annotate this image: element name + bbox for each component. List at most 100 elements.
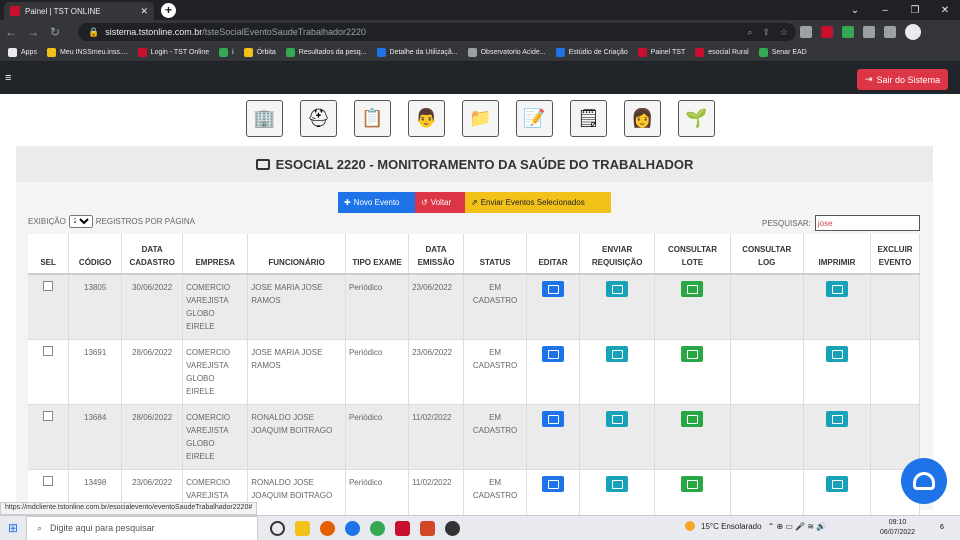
taskbar-search-placeholder: Digite aqui para pesquisar xyxy=(50,523,155,533)
url-input[interactable]: 🔒 sistema.tstonline.com.br/tsteSocialEve… xyxy=(78,23,796,41)
module-helmet-button[interactable]: ⛑ xyxy=(300,100,337,137)
page-size-select[interactable]: 20 xyxy=(68,215,93,228)
consult-lote-icon[interactable] xyxy=(681,281,704,297)
powerpoint-icon[interactable] xyxy=(420,520,435,536)
table-body: 13805 30/06/2022 COMERCIO VAREJISTA GLOBO … xyxy=(28,274,920,535)
consult-lote-icon[interactable] xyxy=(681,476,704,492)
app-icon[interactable] xyxy=(345,520,360,536)
search-input[interactable] xyxy=(814,215,920,231)
cell-send xyxy=(579,404,656,470)
reload-icon[interactable]: ↻ xyxy=(44,25,66,39)
print-icon[interactable] xyxy=(825,346,848,362)
new-tab-button[interactable]: + xyxy=(161,3,176,18)
task-view-icon[interactable] xyxy=(270,520,285,536)
column-header[interactable]: CÓDIGO xyxy=(68,234,123,275)
consult-lote-icon[interactable] xyxy=(681,411,704,427)
send-request-icon[interactable] xyxy=(606,281,629,297)
module-folder-button[interactable]: 📁 xyxy=(462,100,499,137)
edit-icon[interactable] xyxy=(542,476,565,492)
cell-exam: Periódico xyxy=(345,339,410,405)
taskbar-search-input[interactable]: ⌕ Digite aqui para pesquisar xyxy=(26,515,258,540)
column-header: STATUS xyxy=(463,234,528,275)
extension-icon[interactable] xyxy=(842,26,854,38)
bookmark-item[interactable]: Observatorio Acide... xyxy=(467,48,546,57)
hamburger-menu-icon[interactable]: ≡ xyxy=(5,72,11,84)
close-window-button[interactable]: ✕ xyxy=(930,0,960,20)
firefox-icon[interactable] xyxy=(320,520,335,536)
module-medical-chart-button[interactable]: 📋 xyxy=(354,100,391,137)
module-medical-clipboard-button[interactable]: 🗒 xyxy=(570,100,607,137)
bookmark-label: esocial Rural xyxy=(708,49,749,56)
tab-search-button[interactable]: ⌄ xyxy=(840,0,870,20)
bookmark-star-icon[interactable]: ☆ xyxy=(780,27,788,38)
logout-button[interactable]: ⇥ Sair do Sistema xyxy=(857,69,948,90)
new-event-button[interactable]: ✚ Novo Evento xyxy=(338,192,415,213)
support-chat-button[interactable] xyxy=(901,458,947,504)
module-building-button[interactable]: 🏢 xyxy=(246,100,283,137)
send-request-icon[interactable] xyxy=(606,411,629,427)
bookmark-item[interactable]: Apps xyxy=(8,48,37,57)
bookmark-item[interactable]: esocial Rural xyxy=(695,48,749,57)
send-selected-button[interactable]: ⇗ Enviar Eventos Selecionados xyxy=(465,192,611,213)
bookmark-item[interactable]: Meu INSSmeu.inss.... xyxy=(46,48,128,57)
chrome-icon[interactable] xyxy=(370,520,385,536)
sign-out-icon: ⇥ xyxy=(864,74,873,84)
bookmark-favicon-icon xyxy=(243,48,253,57)
row-select-checkbox[interactable] xyxy=(43,281,54,291)
module-doctor-button[interactable]: 👨 xyxy=(408,100,445,137)
column-header: CONSULTAR LOG xyxy=(730,234,804,275)
weather-text[interactable]: 15°C Ensolarado xyxy=(701,522,762,531)
print-icon[interactable] xyxy=(825,476,848,492)
extension-icon[interactable] xyxy=(800,26,812,38)
extension-icon[interactable] xyxy=(821,26,833,38)
notification-badge[interactable]: 6 xyxy=(940,524,944,531)
tab-close-icon[interactable]: ✕ xyxy=(140,6,148,17)
pdf-icon[interactable] xyxy=(395,520,410,536)
row-select-checkbox[interactable] xyxy=(43,411,54,421)
module-plant-hands-button[interactable]: 🌱 xyxy=(678,100,715,137)
print-icon[interactable] xyxy=(825,411,848,427)
cell-date: 30/06/2022 xyxy=(121,274,184,340)
bookmark-item[interactable]: Login - TST Online xyxy=(137,48,209,57)
back-button[interactable]: ↺ Voltar xyxy=(415,192,465,213)
folder-icon: 📁 xyxy=(469,108,492,128)
module-clipboard-button[interactable]: 📝 xyxy=(516,100,553,137)
share-icon[interactable]: ⇪ xyxy=(762,27,770,38)
cell-print xyxy=(803,339,872,405)
logout-label: Sair do Sistema xyxy=(876,74,941,85)
consult-lote-icon[interactable] xyxy=(681,346,704,362)
module-nurse-button[interactable]: 👩 xyxy=(624,100,661,137)
bookmark-item[interactable]: Painel TST xyxy=(637,48,685,57)
bookmark-favicon-icon xyxy=(8,48,17,57)
edit-icon[interactable] xyxy=(542,346,565,362)
row-select-checkbox[interactable] xyxy=(43,476,54,486)
windows-start-icon[interactable]: ⊞ xyxy=(0,521,26,535)
maximize-button[interactable]: ❐ xyxy=(900,0,930,20)
search-icon[interactable]: ⌕ xyxy=(747,27,752,38)
bookmark-item[interactable]: Detalhe da Utilizaçã... xyxy=(376,48,458,57)
print-icon[interactable] xyxy=(825,281,848,297)
send-request-icon[interactable] xyxy=(606,346,629,362)
tray-icons[interactable]: ⌃ ⊕ ▭ 🎤 ≋ 🔊 xyxy=(768,522,827,531)
bookmark-item[interactable]: Senar EAD xyxy=(758,48,807,57)
bookmark-item[interactable]: Resultados da pesq... xyxy=(285,48,367,57)
bookmark-item[interactable]: Estúdio de Criação xyxy=(555,48,628,57)
system-clock[interactable]: 09:10 06/07/2022 xyxy=(880,518,915,538)
edit-icon[interactable] xyxy=(542,281,565,297)
edit-icon[interactable] xyxy=(542,411,565,427)
app-icon[interactable] xyxy=(445,520,460,536)
browser-tab[interactable]: Painel | TST ONLINE ✕ xyxy=(4,2,154,20)
minimize-button[interactable]: – xyxy=(870,0,900,20)
back-arrow-icon[interactable]: ← xyxy=(0,25,22,39)
send-request-icon[interactable] xyxy=(606,476,629,492)
bookmark-item[interactable]: i xyxy=(219,48,234,57)
bookmark-item[interactable]: Órbita xyxy=(243,48,276,57)
clipboard-icon: 📝 xyxy=(523,108,546,128)
sidebar-icon[interactable] xyxy=(884,26,896,38)
puzzle-icon[interactable] xyxy=(863,26,875,38)
profile-avatar[interactable] xyxy=(905,24,921,40)
row-select-checkbox[interactable] xyxy=(43,346,54,356)
cell-emission: 11/02/2022 xyxy=(408,404,465,470)
forward-arrow-icon[interactable]: → xyxy=(22,25,44,39)
file-explorer-icon[interactable] xyxy=(295,520,310,536)
